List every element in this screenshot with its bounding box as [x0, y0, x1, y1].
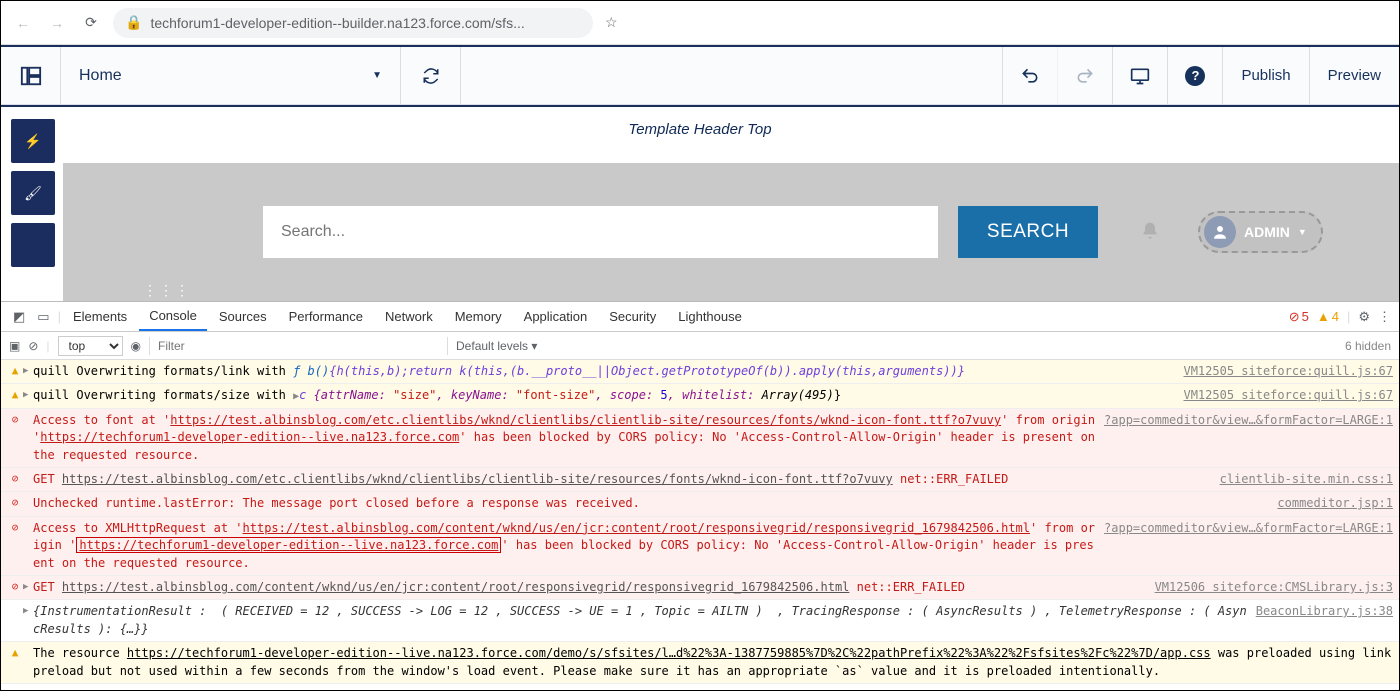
source-link[interactable]: commeditor.jsp:1	[1277, 495, 1393, 512]
warning-icon: ▲	[7, 645, 23, 661]
expand-icon[interactable]: ▶	[23, 603, 33, 618]
help-button[interactable]: ?	[1167, 47, 1222, 104]
log-error: ⊘ ▶ GET https://test.albinsblog.com/cont…	[1, 576, 1399, 600]
bookmark-star-icon[interactable]: ☆	[605, 14, 618, 31]
log-warning: ▲ ▶ quill Overwriting formats/size with …	[1, 384, 1399, 409]
console-sidebar-icon[interactable]: ▣	[9, 339, 20, 353]
settings-tool-icon[interactable]	[11, 223, 55, 267]
tab-console[interactable]: Console	[139, 302, 207, 331]
builder-canvas: ⚡ 🖌 Template Header Top SEARCH ADMIN ▼ ⋮…	[1, 105, 1399, 301]
lock-icon: 🔒	[125, 14, 142, 31]
error-icon: ⊘	[7, 471, 23, 487]
desktop-view-icon[interactable]	[1112, 47, 1167, 104]
source-link[interactable]: clientlib-site.min.css:1	[1220, 471, 1393, 488]
forward-button[interactable]: →	[45, 11, 69, 35]
user-label: ADMIN	[1244, 224, 1290, 240]
publish-button[interactable]: Publish	[1222, 47, 1308, 104]
back-button[interactable]: ←	[11, 11, 35, 35]
tab-network[interactable]: Network	[375, 302, 443, 331]
error-count-badge[interactable]: ⊘ 5	[1289, 309, 1309, 325]
live-expression-icon[interactable]: ◉	[131, 339, 141, 353]
warning-count-badge[interactable]: ▲ 4	[1317, 309, 1339, 324]
tab-security[interactable]: Security	[599, 302, 666, 331]
tab-performance[interactable]: Performance	[279, 302, 373, 331]
devtools-tabbar: ◩ ▭ | Elements Console Sources Performan…	[1, 302, 1399, 332]
console-output: ▲ ▶ quill Overwriting formats/link with …	[1, 360, 1399, 690]
source-link[interactable]: BeaconLibrary.js:38	[1256, 603, 1393, 620]
builder-logo-icon[interactable]	[1, 47, 61, 104]
error-icon: ⊘	[7, 495, 23, 511]
redo-button[interactable]	[1057, 47, 1112, 104]
preview-button[interactable]: Preview	[1309, 47, 1399, 104]
search-input[interactable]	[263, 206, 938, 258]
theme-tool-icon[interactable]: 🖌	[11, 171, 55, 215]
components-tool-icon[interactable]: ⚡	[11, 119, 55, 163]
log-info: ▶ {InstrumentationResult : ( RECEIVED = …	[1, 600, 1399, 642]
context-selector[interactable]: top	[58, 336, 123, 356]
page-selector[interactable]: Home ▼	[61, 47, 401, 104]
log-error: ⊘ GET https://test.albinsblog.com/etc.cl…	[1, 468, 1399, 492]
error-icon: ⊘	[7, 520, 23, 536]
console-filter-bar: ▣ ⊘ | top ◉ Default levels ▾ 6 hidden	[1, 332, 1399, 360]
template-header-label: Template Header Top	[1, 107, 1399, 152]
device-icon[interactable]: ▭	[31, 309, 55, 325]
inspect-icon[interactable]: ◩	[9, 309, 29, 325]
url-text: techforum1-developer-edition--builder.na…	[150, 15, 524, 31]
tab-sources[interactable]: Sources	[209, 302, 277, 331]
canvas-sidebar: ⚡ 🖌	[11, 119, 55, 267]
source-link[interactable]: VM12505 siteforce:quill.js:67	[1183, 363, 1393, 380]
drag-handle-icon[interactable]: ⋮⋮⋮	[143, 282, 191, 299]
log-error: ⊘ Unchecked runtime.lastError: The messa…	[1, 492, 1399, 516]
notification-bell-icon[interactable]	[1140, 221, 1160, 244]
builder-refresh-button[interactable]	[401, 47, 461, 104]
warning-icon: ▲	[7, 387, 23, 403]
reload-button[interactable]: ⟳	[79, 11, 103, 35]
source-link[interactable]: ?app=commeditor&view…&formFactor=LARGE:1	[1104, 412, 1393, 429]
tab-memory[interactable]: Memory	[445, 302, 512, 331]
address-bar[interactable]: 🔒 techforum1-developer-edition--builder.…	[113, 8, 593, 38]
error-icon: ⊘	[7, 579, 23, 595]
log-error: ⊘ Access to XMLHttpRequest at 'https://t…	[1, 517, 1399, 576]
console-filter-input[interactable]	[149, 337, 439, 355]
log-warning: ▲ ▶ quill Overwriting formats/link with …	[1, 360, 1399, 384]
browser-toolbar: ← → ⟳ 🔒 techforum1-developer-edition--bu…	[1, 1, 1399, 45]
source-link[interactable]: VM12505 siteforce:quill.js:67	[1183, 387, 1393, 404]
devtools-panel: ◩ ▭ | Elements Console Sources Performan…	[1, 301, 1399, 690]
log-error: ⊘ Access to font at 'https://test.albins…	[1, 409, 1399, 468]
chevron-down-icon: ▼	[372, 70, 382, 81]
error-icon: ⊘	[7, 412, 23, 428]
undo-button[interactable]	[1002, 47, 1057, 104]
tab-lighthouse[interactable]: Lighthouse	[668, 302, 752, 331]
expand-icon[interactable]: ▶	[23, 387, 33, 402]
builder-toolbar: Home ▼ ? Publish Preview	[1, 45, 1399, 105]
search-button[interactable]: SEARCH	[958, 206, 1098, 258]
source-link[interactable]: VM12506 siteforce:CMSLibrary.js:3	[1155, 579, 1393, 596]
user-menu[interactable]: ADMIN ▼	[1198, 211, 1323, 253]
expand-icon[interactable]: ▶	[23, 363, 33, 378]
expand-icon[interactable]: ▶	[23, 579, 33, 594]
devtools-settings-icon[interactable]: ⚙	[1358, 309, 1370, 325]
tab-elements[interactable]: Elements	[63, 302, 137, 331]
warning-icon: ▲	[7, 363, 23, 379]
hidden-count: 6 hidden	[1345, 339, 1391, 353]
tab-application[interactable]: Application	[514, 302, 598, 331]
log-warning: ▲ The resource https://techforum1-develo…	[1, 642, 1399, 684]
chevron-down-icon: ▼	[1298, 227, 1307, 237]
hero-region: SEARCH ADMIN ▼ ⋮⋮⋮	[63, 163, 1399, 301]
clear-console-icon[interactable]: ⊘	[28, 339, 38, 353]
avatar-icon	[1204, 216, 1236, 248]
devtools-more-icon[interactable]: ⋮	[1378, 309, 1391, 325]
source-link[interactable]: ?app=commeditor&view…&formFactor=LARGE:1	[1104, 520, 1393, 537]
page-name: Home	[79, 67, 122, 85]
log-levels-selector[interactable]: Default levels ▾	[447, 337, 545, 355]
